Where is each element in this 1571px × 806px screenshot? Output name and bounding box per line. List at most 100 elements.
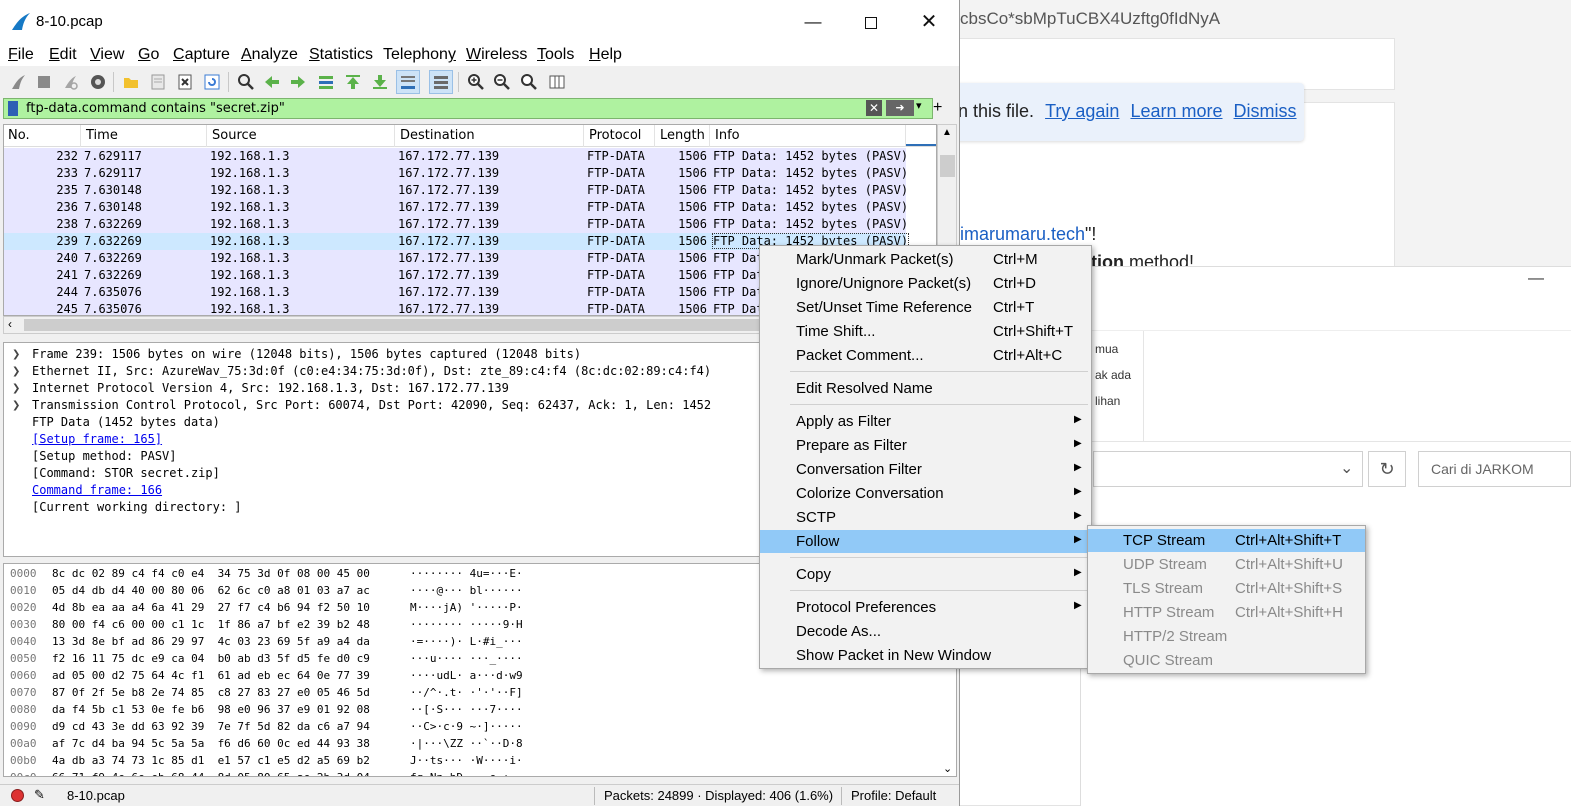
column-header-length[interactable]: Length bbox=[660, 128, 705, 143]
packet-row[interactable]: 233 7.629117 192.168.1.3 167.172.77.139 FTP-… bbox=[4, 165, 908, 182]
menu-wireless[interactable]: Wireless bbox=[466, 46, 527, 64]
clear-filter-icon[interactable]: ✕ bbox=[866, 100, 882, 116]
detail-row[interactable]: Internet Protocol Version 4, Src: 192.16… bbox=[32, 381, 509, 395]
context-item-apply-as-filter[interactable]: Apply as Filter ▶ bbox=[760, 410, 1091, 433]
status-profile[interactable]: Profile: Default bbox=[851, 788, 936, 803]
go-to-packet-icon[interactable] bbox=[314, 70, 338, 94]
scroll-up-icon[interactable]: ▲ bbox=[942, 127, 952, 138]
edit-comment-icon[interactable]: ✎ bbox=[34, 787, 45, 803]
maximize-button[interactable] bbox=[848, 6, 894, 38]
context-item-copy[interactable]: Copy ▶ bbox=[760, 563, 1091, 586]
filter-dropdown-icon[interactable]: ▾ bbox=[916, 99, 922, 112]
domain-link[interactable]: imarumaru.tech bbox=[960, 224, 1085, 244]
minimize-button[interactable]: — bbox=[790, 6, 836, 38]
context-item-packet-comment[interactable]: Packet Comment... Ctrl+Alt+C bbox=[760, 344, 1091, 367]
go-back-icon[interactable] bbox=[260, 70, 284, 94]
capture-options-icon[interactable] bbox=[86, 70, 110, 94]
column-header-destination[interactable]: Destination bbox=[400, 128, 475, 143]
zoom-in-icon[interactable] bbox=[464, 70, 488, 94]
context-item-ignore-unignore-packet-s[interactable]: Ignore/Unignore Packet(s) Ctrl+D bbox=[760, 272, 1091, 295]
context-item-set-unset-time-reference[interactable]: Set/Unset Time Reference Ctrl+T bbox=[760, 296, 1091, 319]
first-packet-icon[interactable] bbox=[341, 70, 365, 94]
restart-icon[interactable] bbox=[58, 70, 82, 94]
menu-help[interactable]: Help bbox=[589, 46, 622, 64]
minimize-icon[interactable]: — bbox=[1528, 270, 1544, 288]
packet-row[interactable]: 236 7.630148 192.168.1.3 167.172.77.139 FTP-… bbox=[4, 199, 908, 216]
zoom-out-icon[interactable] bbox=[490, 70, 514, 94]
context-item-show-packet-in-new-window[interactable]: Show Packet in New Window bbox=[760, 644, 1091, 667]
context-item-decode-as[interactable]: Decode As... bbox=[760, 620, 1091, 643]
column-header-info[interactable]: Info bbox=[715, 128, 740, 143]
save-icon[interactable] bbox=[146, 70, 170, 94]
search-input[interactable]: Cari di JARKOM bbox=[1418, 451, 1571, 487]
column-header-time[interactable]: Time bbox=[86, 128, 118, 143]
detail-link[interactable]: [Setup frame: 165] bbox=[32, 432, 162, 446]
follow-item-tcp-stream[interactable]: TCP Stream Ctrl+Alt+Shift+T bbox=[1088, 529, 1365, 552]
reload-icon[interactable] bbox=[200, 70, 224, 94]
expand-chevron-icon[interactable]: ❯ bbox=[12, 366, 20, 377]
open-folder-icon[interactable] bbox=[119, 70, 143, 94]
dismiss-link[interactable]: Dismiss bbox=[1234, 101, 1297, 121]
address-bar[interactable] bbox=[1093, 451, 1363, 487]
scroll-down-icon[interactable]: ⌄ bbox=[943, 762, 952, 775]
menu-tools[interactable]: Tools bbox=[537, 46, 574, 64]
context-item-edit-resolved-name[interactable]: Edit Resolved Name bbox=[760, 377, 1091, 400]
packet-row[interactable]: 238 7.632269 192.168.1.3 167.172.77.139 FTP-… bbox=[4, 216, 908, 233]
display-filter-bar[interactable]: ftp-data.command contains "secret.zip" ✕… bbox=[3, 98, 933, 119]
resize-columns-icon[interactable] bbox=[545, 70, 569, 94]
add-filter-button-icon[interactable]: + bbox=[933, 99, 942, 117]
colorize-icon[interactable] bbox=[429, 70, 453, 94]
stop-icon[interactable] bbox=[32, 70, 56, 94]
context-item-mark-unmark-packet-s[interactable]: Mark/Unmark Packet(s) Ctrl+M bbox=[760, 248, 1091, 271]
ribbon-text[interactable]: mua bbox=[1095, 342, 1118, 356]
scrollbar-thumb[interactable] bbox=[940, 155, 955, 177]
menu-view[interactable]: View bbox=[90, 46, 124, 64]
refresh-icon[interactable]: ↻ bbox=[1368, 451, 1406, 487]
normal-size-icon[interactable] bbox=[517, 70, 541, 94]
learn-more-link[interactable]: Learn more bbox=[1130, 101, 1222, 121]
context-item-colorize-conversation[interactable]: Colorize Conversation ▶ bbox=[760, 482, 1091, 505]
context-item-prepare-as-filter[interactable]: Prepare as Filter ▶ bbox=[760, 434, 1091, 457]
packet-row[interactable]: 232 7.629117 192.168.1.3 167.172.77.139 FTP-… bbox=[4, 148, 908, 165]
context-item-conversation-filter[interactable]: Conversation Filter ▶ bbox=[760, 458, 1091, 481]
expand-chevron-icon[interactable]: ❯ bbox=[12, 383, 20, 394]
autoscroll-icon[interactable] bbox=[396, 70, 420, 94]
context-item-protocol-preferences[interactable]: Protocol Preferences ▶ bbox=[760, 596, 1091, 619]
menu-go[interactable]: Go bbox=[138, 46, 159, 64]
menu-telephony[interactable]: Telephony bbox=[383, 46, 456, 64]
ribbon-text[interactable]: lihan bbox=[1095, 394, 1120, 408]
find-icon[interactable] bbox=[234, 70, 258, 94]
ribbon-text[interactable]: ak ada bbox=[1095, 368, 1131, 382]
context-item-time-shift[interactable]: Time Shift... Ctrl+Shift+T bbox=[760, 320, 1091, 343]
column-header-no[interactable]: No. bbox=[8, 128, 30, 143]
menu-edit[interactable]: Edit bbox=[49, 46, 77, 64]
packet-row[interactable]: 235 7.630148 192.168.1.3 167.172.77.139 FTP-… bbox=[4, 182, 908, 199]
menu-capture[interactable]: Capture bbox=[173, 46, 230, 64]
detail-row[interactable]: Transmission Control Protocol, Src Port:… bbox=[32, 398, 711, 412]
column-header-protocol[interactable]: Protocol bbox=[589, 128, 641, 143]
menu-analyze[interactable]: Analyze bbox=[241, 46, 298, 64]
menu-statistics[interactable]: Statistics bbox=[309, 46, 373, 64]
close-file-icon[interactable] bbox=[173, 70, 197, 94]
column-header-source[interactable]: Source bbox=[212, 128, 257, 143]
url-fragment[interactable]: cbsCo*sbMpTuCBX4Uzftg0fIdNyA bbox=[960, 9, 1220, 29]
shark-fin-start-icon[interactable] bbox=[6, 70, 30, 94]
menu-file[interactable]: File bbox=[8, 46, 34, 64]
go-forward-icon[interactable] bbox=[286, 70, 310, 94]
expand-chevron-icon[interactable]: ❯ bbox=[12, 400, 20, 411]
apply-filter-icon[interactable]: ➜ bbox=[886, 100, 914, 116]
detail-row[interactable]: Ethernet II, Src: AzureWav_75:3d:0f (c0:… bbox=[32, 364, 711, 378]
expert-info-icon[interactable] bbox=[11, 789, 24, 802]
context-item-sctp[interactable]: SCTP ▶ bbox=[760, 506, 1091, 529]
close-button[interactable]: ✕ bbox=[906, 6, 952, 38]
display-filter-input[interactable]: ftp-data.command contains "secret.zip" bbox=[26, 101, 285, 116]
try-again-link[interactable]: Try again bbox=[1045, 101, 1119, 121]
detail-row[interactable]: Frame 239: 1506 bytes on wire (12048 bit… bbox=[32, 347, 581, 361]
last-packet-icon[interactable] bbox=[368, 70, 392, 94]
expand-chevron-icon[interactable]: ❯ bbox=[12, 349, 20, 360]
chevron-down-icon[interactable]: ⌄ bbox=[1340, 458, 1353, 478]
scrollbar-thumb[interactable] bbox=[24, 319, 764, 331]
detail-link[interactable]: Command frame: 166 bbox=[32, 483, 162, 497]
context-item-follow[interactable]: Follow ▶ bbox=[760, 530, 1091, 553]
bookmark-icon[interactable] bbox=[8, 101, 18, 116]
